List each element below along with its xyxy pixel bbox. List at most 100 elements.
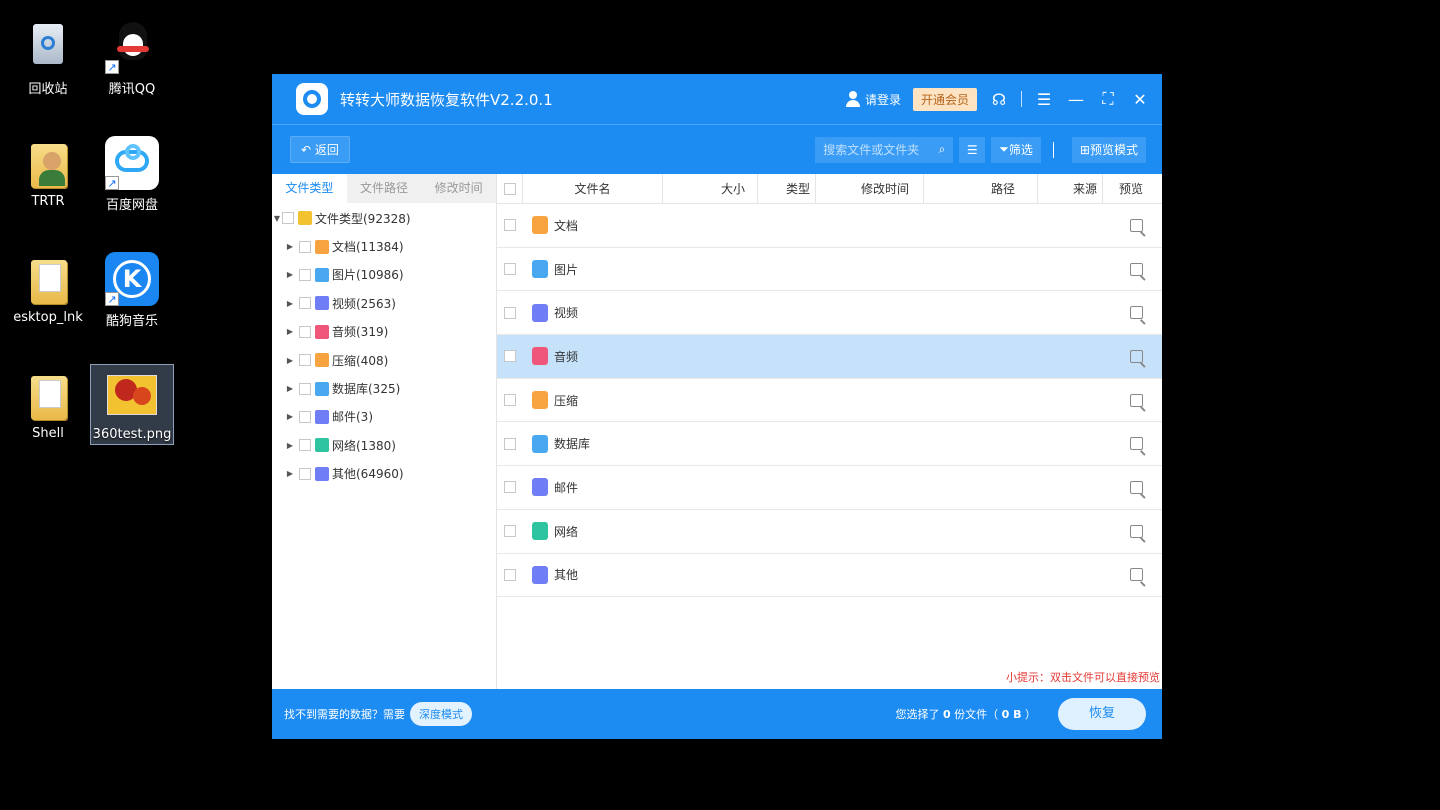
table-row[interactable]: 音频 <box>497 335 1162 379</box>
checkbox[interactable] <box>504 437 516 450</box>
preview-icon[interactable] <box>1130 306 1143 320</box>
app-logo-icon <box>296 83 328 115</box>
collapse-arrow-icon[interactable]: ▼ <box>272 214 282 223</box>
checkbox[interactable] <box>299 410 311 423</box>
expand-arrow-icon[interactable]: ▶ <box>285 242 295 251</box>
desktop-icon-qq[interactable]: ↗ 腾讯QQ <box>90 20 174 97</box>
column-header[interactable]: 类型 <box>758 173 816 204</box>
column-header[interactable]: 大小 <box>663 173 758 204</box>
preview-icon[interactable] <box>1130 393 1143 407</box>
preview-mode-button[interactable]: ⊞ 预览模式 <box>1071 136 1146 163</box>
checkbox[interactable] <box>504 306 516 319</box>
expand-arrow-icon[interactable]: ▶ <box>285 441 295 450</box>
tree-item[interactable]: ▶ 数据库(325) <box>272 374 496 402</box>
tree-item[interactable]: ▶ 网络(1380) <box>272 431 496 459</box>
checkbox[interactable] <box>504 525 516 538</box>
vip-button[interactable]: 开通会员 <box>912 87 977 111</box>
table-row[interactable]: 图片 <box>497 248 1162 292</box>
desktop-icon-kugou[interactable]: K ↗ 酷狗音乐 <box>90 252 174 329</box>
tree-item[interactable]: ▶ 文档(11384) <box>272 232 496 260</box>
desktop-icon-desktop-lnk[interactable]: esktop_lnk <box>6 252 90 325</box>
expand-arrow-icon[interactable]: ▶ <box>285 270 295 279</box>
checkbox[interactable] <box>299 240 311 253</box>
tab-modified-time[interactable]: 修改时间 <box>421 174 496 203</box>
tree-root[interactable]: ▼ 文件类型(92328) <box>272 204 496 232</box>
tree-item[interactable]: ▶ 音频(319) <box>272 318 496 346</box>
maximize-icon[interactable]: ⛶ <box>1098 89 1118 109</box>
preview-icon[interactable] <box>1130 480 1143 494</box>
preview-icon[interactable] <box>1130 262 1143 276</box>
tab-file-type[interactable]: 文件类型 <box>272 174 347 203</box>
table-row[interactable]: 文档 <box>497 204 1162 248</box>
tree-item[interactable]: ▶ 视频(2563) <box>272 289 496 317</box>
file-type-icon <box>315 239 329 254</box>
tree-item[interactable]: ▶ 压缩(408) <box>272 346 496 374</box>
expand-arrow-icon[interactable]: ▶ <box>285 384 295 393</box>
column-header[interactable]: 路径 <box>924 173 1038 204</box>
column-header[interactable]: 文件名 <box>523 173 663 204</box>
checkbox[interactable] <box>504 263 516 276</box>
login-link[interactable]: 请登录 <box>865 91 901 108</box>
checkbox[interactable] <box>299 325 311 338</box>
desktop-icon-recycle-bin[interactable]: 回收站 <box>6 20 90 97</box>
close-icon[interactable]: ✕ <box>1130 90 1150 109</box>
column-header[interactable]: 来源 <box>1038 173 1103 204</box>
preview-icon[interactable] <box>1130 349 1143 363</box>
selection-summary: 您选择了 0 份文件（ 0 B ） <box>895 706 1036 722</box>
tab-file-path[interactable]: 文件路径 <box>347 174 422 203</box>
checkbox[interactable] <box>299 268 311 281</box>
checkbox[interactable] <box>504 568 516 581</box>
advanced-search-button[interactable]: ☰ <box>959 136 986 163</box>
desktop-icon-360test-png[interactable]: 360test.png <box>90 364 174 445</box>
checkbox[interactable] <box>504 183 516 195</box>
preview-icon[interactable] <box>1130 524 1143 538</box>
checkbox[interactable] <box>299 354 311 367</box>
expand-arrow-icon[interactable]: ▶ <box>285 356 295 365</box>
checkbox[interactable] <box>504 481 516 494</box>
desktop-icon-label: 腾讯QQ <box>108 82 156 97</box>
search-icon[interactable]: ⌕ <box>939 142 946 157</box>
table-row[interactable]: 视频 <box>497 291 1162 336</box>
preview-icon[interactable] <box>1130 218 1143 232</box>
deep-mode-button[interactable]: 深度模式 <box>410 702 472 726</box>
expand-arrow-icon[interactable]: ▶ <box>285 412 295 421</box>
table-row[interactable]: 网络 <box>497 510 1162 554</box>
column-header[interactable]: 预览 <box>1103 174 1155 204</box>
checkbox[interactable] <box>299 467 311 480</box>
checkbox[interactable] <box>504 219 516 232</box>
support-headset-icon[interactable]: ☊ <box>989 90 1009 109</box>
filter-button[interactable]: ⏷ 筛选 <box>991 136 1041 163</box>
header-select-all[interactable] <box>497 173 523 204</box>
qq-penguin-icon: ↗ <box>105 20 159 74</box>
checkbox[interactable] <box>299 382 311 395</box>
menu-icon[interactable]: ☰ <box>1034 90 1054 109</box>
expand-arrow-icon[interactable]: ▶ <box>285 469 295 478</box>
search-input[interactable]: 搜索文件或文件夹 ⌕ <box>815 136 954 163</box>
checkbox[interactable] <box>299 297 311 310</box>
preview-icon[interactable] <box>1130 568 1143 582</box>
table-row[interactable]: 其他 <box>497 554 1162 598</box>
expand-arrow-icon[interactable]: ▶ <box>285 299 295 308</box>
table-row[interactable]: 数据库 <box>497 422 1162 467</box>
expand-arrow-icon[interactable]: ▶ <box>285 327 295 336</box>
desktop-icon-baidu-netdisk[interactable]: ↗ 百度网盘 <box>90 136 174 213</box>
tree-item[interactable]: ▶ 图片(10986) <box>272 261 496 289</box>
column-header[interactable]: 修改时间 <box>816 173 924 204</box>
checkbox[interactable] <box>504 394 516 407</box>
desktop-icon-shell[interactable]: Shell <box>6 368 90 441</box>
desktop-icon-trtr[interactable]: TRTR <box>6 136 90 209</box>
preview-icon[interactable] <box>1130 437 1143 451</box>
tree-item[interactable]: ▶ 其他(64960) <box>272 460 496 488</box>
restore-button[interactable]: 恢复 <box>1058 698 1146 730</box>
checkbox[interactable] <box>504 350 516 363</box>
user-icon[interactable] <box>845 91 861 107</box>
tree-item-label: 压缩(408) <box>332 353 389 368</box>
back-button[interactable]: ↶ 返回 <box>290 136 350 163</box>
table-row[interactable]: 邮件 <box>497 466 1162 510</box>
back-label: 返回 <box>314 143 339 157</box>
tree-item[interactable]: ▶ 邮件(3) <box>272 403 496 431</box>
checkbox[interactable] <box>299 439 311 452</box>
checkbox[interactable] <box>282 212 294 225</box>
minimize-icon[interactable]: — <box>1066 90 1086 109</box>
table-row[interactable]: 压缩 <box>497 379 1162 423</box>
